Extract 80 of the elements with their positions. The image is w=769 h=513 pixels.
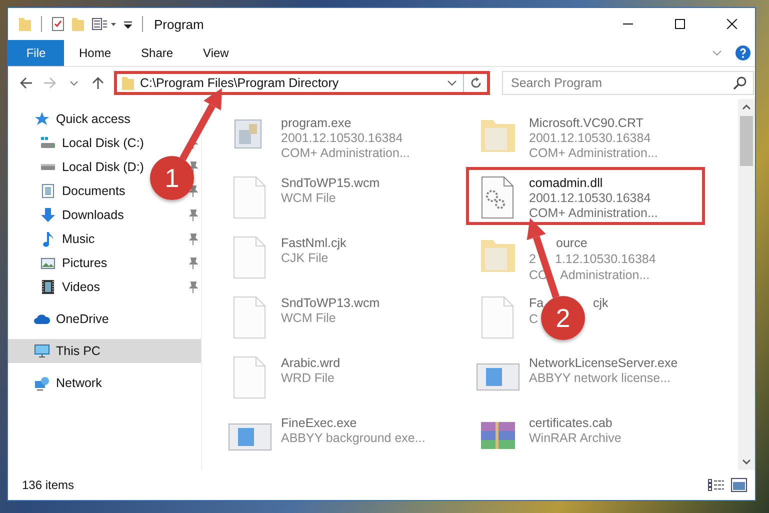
file-name: Arabic.wrd [281,356,340,370]
forward-arrow-icon [42,75,58,91]
monitor-icon [34,343,50,359]
file-detail: ABBYY background exe... [281,431,426,445]
scrollbar[interactable] [738,99,755,470]
help-icon[interactable] [735,45,751,61]
address-path: C:\Program Files\Program Directory [140,76,340,90]
file-detail: WCM File [281,191,337,205]
layout-icon[interactable] [91,16,117,32]
file-name: FineExec.exe [281,416,358,430]
drive-icon [40,135,56,151]
scroll-thumb[interactable] [740,116,753,166]
star-icon [34,111,50,127]
maximize-icon [675,19,685,29]
sidebar-item[interactable]: OneDrive [56,312,109,326]
file-detail: 2001.12.10530.16384 [529,131,652,145]
chevron-down-icon [70,80,78,86]
file-detail: C [529,312,540,326]
music-note-icon [40,231,56,247]
large-icons-view-icon[interactable] [731,478,747,492]
address-bar[interactable]: C:\Program Files\Program Directory [114,71,490,95]
back-arrow-icon [18,75,34,91]
file-name: comadmin.dll [529,176,604,190]
sidebar-item[interactable]: Documents [62,184,126,198]
sidebar-item[interactable]: Local Disk (C:) [62,136,144,150]
sidebar-item[interactable]: Quick access [56,112,130,126]
ribbon-tab[interactable]: Home [64,40,126,66]
file-item[interactable]: comadmin.dll 2001.12.10530.16384 COM+ Administration... [466,167,705,225]
file-detail: 2001.12.10530.16384 [529,191,652,205]
sidebar-item[interactable]: Network [56,376,102,390]
file-name: NetworkLicenseServer.exe [529,356,678,370]
refresh-icon [468,76,482,90]
file-name: SndToWP15.wcm [281,176,380,190]
search-field[interactable]: Search Program [502,71,754,95]
file-name: SndToWP13.wcm [281,296,380,310]
folder-icon [18,16,32,32]
ribbon-tab[interactable]: Share [126,40,188,66]
details-view-icon[interactable] [707,478,725,492]
file-detail: 1.12.10530.16384 [555,252,656,266]
file-detail: Administration... [560,268,650,282]
ribbon-tab[interactable]: View [188,40,244,66]
callout-number: 1 [150,156,194,200]
properties-icon[interactable] [51,16,65,32]
file-name: Fa [529,296,544,311]
file-detail: 2 [529,252,536,267]
minimize-icon [623,23,633,25]
sidebar-item[interactable]: This PC [8,339,201,363]
file-detail: WinRAR Archive [529,431,622,445]
file-detail: 2001.12.10530.16384 [281,131,404,145]
file-name: program.exe [281,116,352,130]
close-icon [727,19,737,29]
file-name: cjk [593,296,608,310]
search-icon[interactable] [733,76,747,90]
file-detail: COM+ Administration... [529,146,658,160]
up-arrow-icon [90,75,106,91]
sidebar-item[interactable]: Local Disk (D:) [62,160,144,174]
download-arrow-icon [40,207,56,223]
ribbon-tab[interactable]: File [8,40,64,66]
window-title: Program [154,16,205,32]
file-name: FastNml.cjk [281,236,346,250]
document-icon [40,183,56,199]
folder-icon [121,75,135,91]
file-detail: WRD File [281,371,336,385]
file-detail: ABBYY network license... [529,371,672,385]
picture-icon [40,255,56,271]
sidebar-item[interactable]: Pictures [62,256,108,270]
sidebar-item[interactable]: Music [62,232,95,246]
sidebar-item[interactable]: Downloads [62,208,124,222]
file-detail: COM+ Administration... [281,146,410,160]
network-icon [34,375,50,391]
film-icon [40,279,56,295]
file-name: Microsoft.VC90.CRT [529,116,644,130]
file-detail: COM+ Administration... [529,206,658,220]
file-detail: CJK File [281,251,330,265]
file-detail: WCM File [281,311,337,325]
file-name: certificates.cab [529,416,614,430]
sidebar-item[interactable]: Videos [62,280,100,294]
item-count: 136 items [22,478,76,492]
file-name: ource [556,236,588,251]
drive-icon [40,162,56,172]
